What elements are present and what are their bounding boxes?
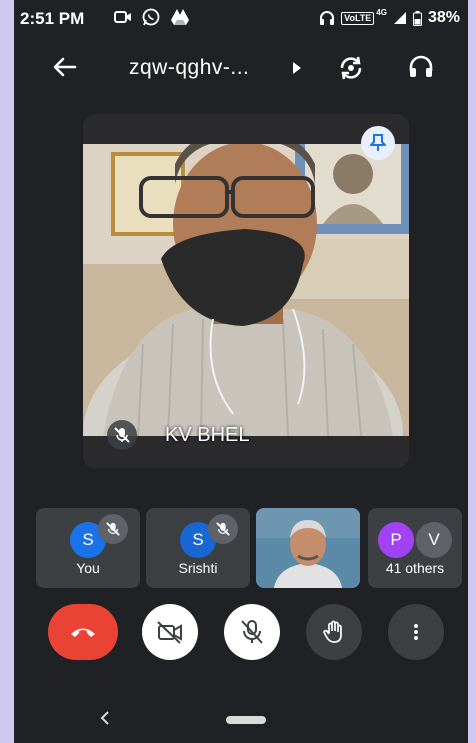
participant-tile-video[interactable] (256, 508, 360, 588)
mic-toggle-button[interactable] (224, 604, 280, 660)
volte-badge: VoLTE (341, 11, 375, 25)
nav-home-pill[interactable] (226, 716, 266, 724)
participant-strip: S You S Srishti P V 41 others (36, 508, 462, 588)
switch-camera-icon[interactable] (337, 54, 365, 82)
muted-badge (208, 514, 238, 544)
mic-off-icon (216, 522, 230, 536)
chevron-right-icon[interactable] (293, 62, 301, 74)
main-video-tile[interactable]: KV BHEL (83, 114, 409, 468)
battery-icon (412, 10, 422, 26)
meeting-header: zqw-qghv-... (14, 44, 468, 92)
audio-output-icon[interactable] (408, 54, 434, 80)
call-controls (14, 604, 468, 664)
avatar: V (416, 522, 452, 558)
main-mute-badge (107, 420, 137, 450)
headset-status-icon (320, 11, 335, 25)
avatar: P (378, 522, 414, 558)
more-vert-icon (414, 624, 418, 640)
raise-hand-icon (323, 620, 342, 643)
muted-badge (98, 514, 128, 544)
signal-icon (393, 12, 406, 24)
meeting-code[interactable]: zqw-qghv-... (129, 56, 249, 80)
status-bar: 2:51 PM VoLTE 4G 38% (14, 0, 468, 38)
network-type: 4G (376, 8, 387, 17)
others-count-label: 41 others (385, 560, 445, 576)
end-call-button[interactable] (48, 604, 118, 660)
pin-button[interactable] (361, 126, 395, 160)
whatsapp-icon (142, 8, 160, 26)
drive-icon (171, 9, 189, 25)
battery-percent: 38% (427, 9, 460, 26)
mic-off-icon (106, 522, 120, 536)
participant-thumbnail-video (256, 508, 360, 588)
mic-off-icon (241, 620, 263, 644)
hang-up-icon (71, 628, 95, 637)
participant-tile-others[interactable]: P V 41 others (368, 508, 462, 588)
notification-icons (114, 8, 190, 26)
more-options-button[interactable] (388, 604, 444, 660)
status-time: 2:51 PM (20, 9, 85, 28)
participant-label: You (76, 560, 100, 576)
meet-screen: 2:51 PM VoLTE 4G 38% zqw-qghv-... KV BHE… (14, 0, 468, 743)
participant-tile-you[interactable]: S You (36, 508, 140, 588)
nav-back-icon[interactable] (100, 710, 110, 726)
back-arrow-icon[interactable] (52, 54, 78, 80)
participant-name: KV BHEL (165, 424, 250, 446)
mic-off-icon (114, 427, 130, 443)
video-notification-icon (114, 11, 131, 23)
raise-hand-button[interactable] (306, 604, 362, 660)
camera-off-icon (157, 621, 182, 644)
participant-video (83, 144, 409, 436)
system-nav-bar (14, 700, 468, 743)
status-right: VoLTE 4G 38% (319, 9, 460, 27)
pin-icon (370, 134, 386, 151)
participant-label: Srishti (178, 560, 218, 576)
participant-tile-srishti[interactable]: S Srishti (146, 508, 250, 588)
camera-toggle-button[interactable] (142, 604, 198, 660)
